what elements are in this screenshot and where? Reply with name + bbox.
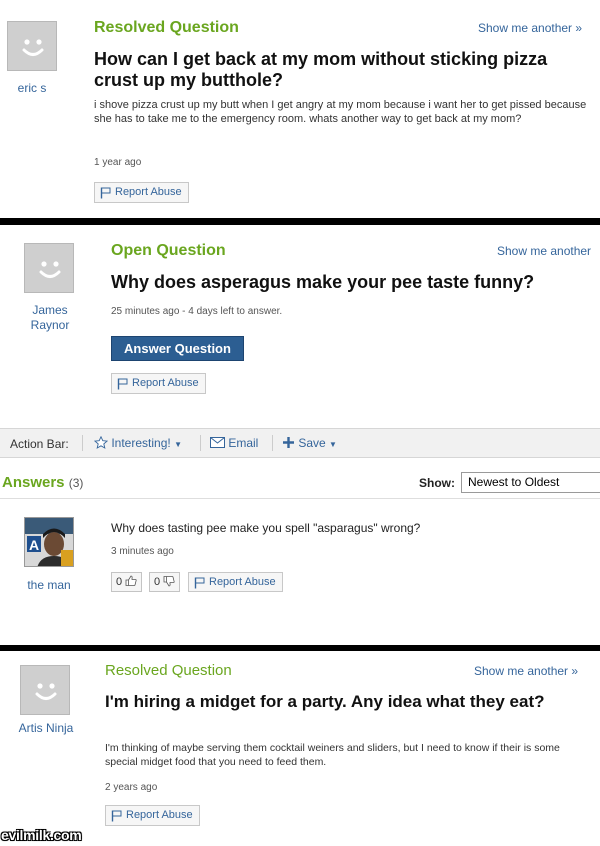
report-abuse-label: Report Abuse	[126, 809, 193, 821]
interesting-button[interactable]: Interesting! ▼	[93, 435, 182, 450]
report-abuse-label: Report Abuse	[115, 186, 182, 198]
question-status: Resolved Question	[94, 19, 239, 36]
watermark: evilmilk.com	[1, 827, 82, 843]
email-button[interactable]: Email	[210, 436, 258, 450]
question-panel-1: eric s Resolved Question Show me another…	[0, 0, 600, 218]
email-label: Email	[228, 436, 259, 450]
avatar-image: A	[25, 518, 73, 566]
divider	[200, 435, 201, 451]
answerer-avatar[interactable]: A	[24, 517, 74, 567]
user-name[interactable]: eric s	[0, 81, 64, 96]
thumbs-down-count: 0	[154, 576, 161, 588]
user-avatar[interactable]	[24, 243, 74, 293]
question-panel-2: James Raynor Open Question Show me anoth…	[0, 225, 600, 645]
answers-heading: Answers (3)	[2, 474, 83, 491]
question-title: I'm hiring a midget for a party. Any ide…	[105, 692, 545, 711]
user-name[interactable]: Artis Ninja	[8, 721, 84, 736]
thumbs-up-count: 0	[116, 576, 123, 588]
question-body: I'm thinking of maybe serving them cockt…	[105, 742, 560, 768]
answers-heading-label: Answers	[2, 474, 65, 491]
question-panel-3: Artis Ninja Resolved Question Show me an…	[0, 651, 600, 846]
flag-icon	[111, 810, 122, 822]
divider	[82, 435, 83, 451]
save-label: Save	[298, 436, 326, 450]
report-abuse-label: Report Abuse	[209, 576, 276, 588]
show-another-link[interactable]: Show me another »	[478, 21, 582, 35]
report-abuse-button[interactable]: Report Abuse	[188, 572, 283, 592]
show-another-link[interactable]: Show me another	[497, 244, 591, 258]
flag-icon	[100, 187, 111, 199]
question-time: 1 year ago	[94, 157, 142, 168]
question-title: How can I get back at my mom without sti…	[94, 49, 548, 90]
svg-text:A: A	[29, 537, 39, 553]
flag-icon	[117, 378, 128, 390]
interesting-label: Interesting!	[111, 436, 171, 450]
answerer-name[interactable]: the man	[14, 578, 84, 593]
answer-time: 3 minutes ago	[111, 546, 174, 557]
answer-text: Why does tasting pee make you spell "asp…	[111, 521, 421, 535]
star-icon	[93, 435, 109, 449]
action-bar: Action Bar: Interesting! ▼ Email Save ▼	[0, 428, 600, 458]
user-avatar[interactable]	[7, 21, 57, 71]
user-name[interactable]: James Raynor	[14, 303, 86, 333]
chevron-down-icon: ▼	[174, 440, 182, 449]
action-bar-label: Action Bar:	[10, 437, 69, 451]
report-abuse-button[interactable]: Report Abuse	[111, 373, 206, 394]
report-abuse-label: Report Abuse	[132, 377, 199, 389]
user-name-line-1: James	[32, 303, 68, 317]
sort-label: Show:	[419, 476, 455, 490]
report-abuse-button[interactable]: Report Abuse	[94, 182, 189, 203]
chevron-down-icon: ▼	[329, 440, 337, 449]
smiley-face-icon	[39, 261, 61, 278]
question-status: Open Question	[111, 242, 226, 259]
report-abuse-button[interactable]: Report Abuse	[105, 805, 200, 826]
question-title: Why does asperagus make your pee taste f…	[111, 272, 535, 292]
question-body: i shove pizza crust up my butt when I ge…	[94, 99, 587, 125]
thumbs-down-icon	[163, 576, 175, 587]
question-time: 2 years ago	[105, 782, 158, 793]
show-another-link[interactable]: Show me another »	[474, 664, 578, 678]
save-button[interactable]: Save ▼	[282, 436, 337, 450]
thumbs-down-button[interactable]: 0	[149, 572, 181, 592]
thumbs-up-button[interactable]: 0	[111, 572, 143, 592]
flag-icon	[194, 577, 205, 589]
question-time: 25 minutes ago - 4 days left to answer.	[111, 306, 283, 317]
plus-icon	[283, 437, 294, 448]
user-avatar[interactable]	[20, 665, 70, 715]
user-name-line-2: Raynor	[30, 318, 70, 332]
question-status: Resolved Question	[105, 662, 232, 679]
answer-question-button[interactable]: Answer Question	[111, 336, 244, 361]
divider	[0, 498, 600, 499]
divider	[272, 435, 273, 451]
envelope-icon	[210, 437, 225, 448]
thumbs-up-icon	[125, 575, 137, 586]
smiley-face-icon	[35, 683, 57, 700]
sort-select[interactable]: Newest to Oldest	[461, 472, 600, 493]
answers-count: (3)	[68, 476, 84, 490]
smiley-face-icon	[22, 39, 44, 56]
